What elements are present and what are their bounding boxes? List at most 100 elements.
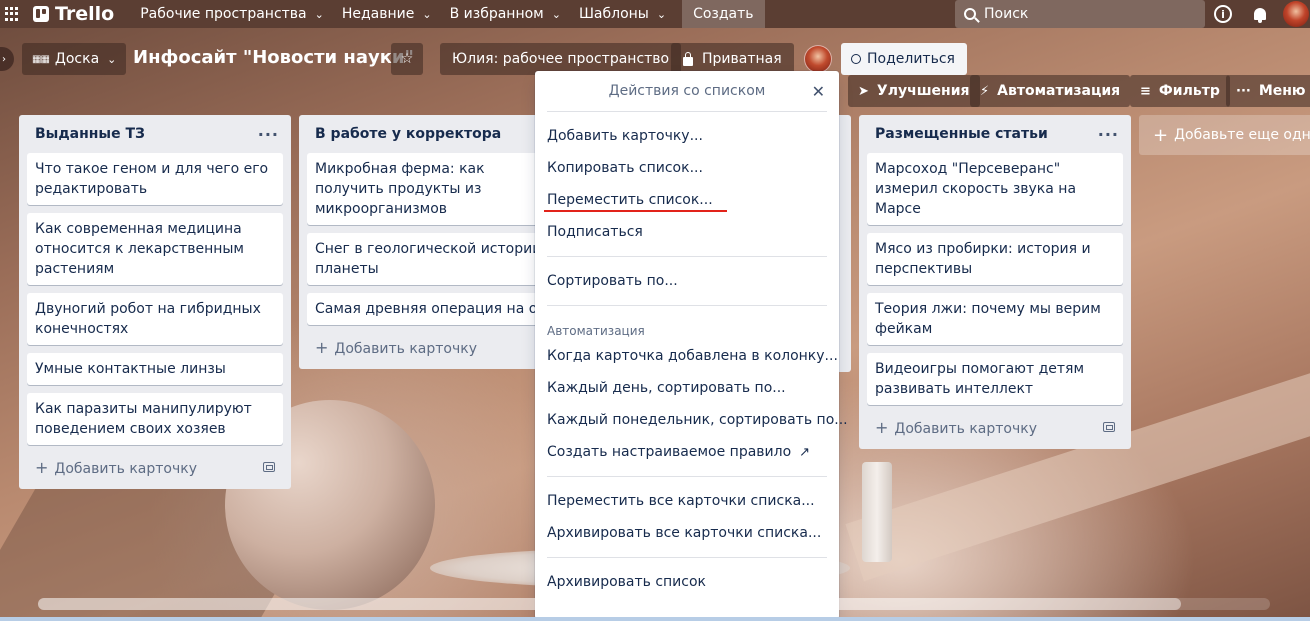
menu-item-move-all-cards[interactable]: Переместить все карточки списка...: [535, 485, 839, 517]
card[interactable]: Как современная медицина относится к лек…: [27, 213, 283, 285]
horizontal-scrollbar[interactable]: [38, 598, 1270, 610]
menu-item-when-card-added[interactable]: Когда карточка добавлена в колонку...: [535, 340, 839, 372]
card[interactable]: Микробная ферма: как получить продукты и…: [307, 153, 563, 225]
add-list-label: Добавьте еще одну ко: [1174, 127, 1310, 143]
automation-label: Автоматизация: [997, 83, 1121, 99]
nav-recent[interactable]: Недавние ⌄: [333, 0, 441, 28]
close-icon[interactable]: ✕: [812, 82, 825, 101]
list-proofreading: В работе у корректора Микробная ферма: к…: [299, 115, 571, 369]
popover-title: Действия со списком: [608, 83, 766, 99]
board-view-switcher[interactable]: ▦▦ Доска ⌄: [22, 43, 127, 75]
apps-grid-icon[interactable]: [5, 7, 19, 21]
menu-item-add-card[interactable]: Добавить карточку...: [535, 120, 839, 152]
more-dots-icon: ···: [1236, 83, 1251, 99]
plus-icon: +: [875, 417, 889, 437]
list-actions-icon[interactable]: ···: [258, 125, 279, 144]
power-ups-label: Улучшения: [876, 83, 970, 99]
card[interactable]: Что такое геном и для чего его редактиро…: [27, 153, 283, 205]
chevron-down-icon: ⌄: [107, 52, 117, 66]
list-title[interactable]: В работе у корректора: [315, 126, 501, 142]
list-issued-tasks: Выданные ТЗ ··· Что такое геном и для че…: [19, 115, 291, 489]
nav-starred-label: В избранном: [449, 6, 544, 22]
card-template-icon[interactable]: [1103, 422, 1115, 432]
add-list-button[interactable]: + Добавьте еще одну ко: [1139, 115, 1310, 155]
list-title[interactable]: Выданные ТЗ: [35, 126, 145, 142]
add-card-button[interactable]: + Добавить карточку: [307, 333, 563, 361]
account-avatar[interactable]: [1283, 1, 1309, 27]
trello-logo-icon: [33, 6, 49, 22]
chevron-down-icon: ⌄: [551, 7, 561, 21]
board-title[interactable]: Инфосайт "Новости науки": [133, 47, 414, 68]
notifications-bell-icon[interactable]: [1250, 4, 1270, 24]
menu-label: Меню: [1258, 83, 1306, 99]
add-card-label: Добавить карточку: [894, 420, 1037, 437]
chevron-down-icon: ⌄: [314, 7, 324, 21]
card-template-icon[interactable]: [263, 462, 275, 472]
add-card-label: Добавить карточку: [54, 460, 197, 477]
board-view-icon: ▦▦: [32, 53, 50, 65]
top-navigation-bar: Trello Рабочие пространства ⌄ Недавние ⌄…: [0, 0, 1310, 28]
menu-item-every-day-sort[interactable]: Каждый день, сортировать по...: [535, 372, 839, 404]
list-published-articles: Размещенные статьи ··· Марсоход "Персеве…: [859, 115, 1131, 449]
menu-item-watch[interactable]: Подписаться: [535, 216, 839, 248]
menu-item-archive-all-cards[interactable]: Архивировать все карточки списка...: [535, 517, 839, 549]
lightning-icon: ⚡: [980, 83, 990, 99]
card[interactable]: Самая древняя операция на орган слуха: [307, 293, 563, 325]
divider: [547, 256, 827, 257]
filter-label: Фильтр: [1158, 83, 1220, 99]
star-board-button[interactable]: ☆: [391, 43, 423, 75]
card[interactable]: Умные контактные линзы: [27, 353, 283, 385]
divider: [547, 305, 827, 306]
board-menu-button[interactable]: ··· Меню: [1226, 75, 1310, 107]
share-label: Поделиться: [867, 51, 955, 67]
nav-recent-label: Недавние: [341, 6, 415, 22]
add-card-button[interactable]: + Добавить карточку: [27, 453, 283, 481]
list-header: В работе у корректора: [307, 115, 563, 153]
member-avatar[interactable]: [804, 45, 832, 73]
automation-button[interactable]: ⚡ Автоматизация: [970, 75, 1131, 107]
chevron-down-icon: ⌄: [656, 7, 667, 21]
list-actions-icon[interactable]: ···: [1098, 125, 1119, 144]
menu-item-copy-list[interactable]: Копировать список...: [535, 152, 839, 184]
popover-header: Действия со списком ✕: [535, 71, 839, 111]
nav-workspaces-label: Рабочие пространства: [140, 6, 307, 22]
search-input[interactable]: Поиск: [955, 0, 1205, 28]
menu-item-create-custom-rule[interactable]: Создать настраиваемое правило ↗: [535, 436, 839, 468]
card[interactable]: Видеоигры помогают детям развивать интел…: [867, 353, 1123, 405]
power-ups-button[interactable]: ➤ Улучшения: [848, 75, 980, 107]
sidebar-expand-button[interactable]: ›: [0, 47, 14, 71]
card[interactable]: Мясо из пробирки: история и перспективы: [867, 233, 1123, 285]
menu-item-archive-list[interactable]: Архивировать список: [535, 566, 839, 598]
nav-starred[interactable]: В избранном ⌄: [441, 0, 570, 28]
list-header: Выданные ТЗ ···: [27, 115, 283, 153]
info-icon[interactable]: i: [1214, 5, 1232, 23]
card[interactable]: Марсоход "Персеверанс" измерил скорость …: [867, 153, 1123, 225]
nav-workspaces[interactable]: Рабочие пространства ⌄: [131, 0, 333, 28]
menu-item-sort-by[interactable]: Сортировать по...: [535, 265, 839, 297]
search-placeholder: Поиск: [984, 6, 1029, 22]
divider: [547, 476, 827, 477]
card[interactable]: Снег в геологической истории планеты: [307, 233, 563, 285]
visibility-label: Приватная: [702, 51, 782, 67]
card[interactable]: Как паразиты манипулируют поведением сво…: [27, 393, 283, 445]
card[interactable]: Двуногий робот на гибридных конечностях: [27, 293, 283, 345]
share-button[interactable]: Поделиться: [841, 43, 967, 75]
search-icon: [964, 8, 976, 20]
star-icon: ☆: [400, 51, 414, 67]
add-card-button[interactable]: + Добавить карточку: [867, 413, 1123, 441]
filter-button[interactable]: ≡ Фильтр: [1130, 75, 1230, 107]
window-bottom-edge: [0, 617, 1310, 621]
card[interactable]: Теория лжи: почему мы верим фейкам: [867, 293, 1123, 345]
scrollbar-thumb[interactable]: [38, 598, 1181, 610]
list-title[interactable]: Размещенные статьи: [875, 126, 1048, 142]
create-button[interactable]: Создать: [682, 0, 765, 28]
menu-item-every-monday-sort[interactable]: Каждый понедельник, сортировать по...: [535, 404, 848, 436]
highlight-underline: [544, 210, 727, 212]
nav-templates[interactable]: Шаблоны ⌄: [570, 0, 675, 28]
view-label: Доска: [54, 51, 100, 67]
external-link-icon: ↗: [799, 444, 811, 460]
trello-logo[interactable]: Trello: [33, 3, 114, 25]
plus-icon: +: [35, 457, 49, 477]
list-actions-popover: Действия со списком ✕ Добавить карточку.…: [535, 71, 848, 619]
add-card-label: Добавить карточку: [334, 340, 477, 357]
